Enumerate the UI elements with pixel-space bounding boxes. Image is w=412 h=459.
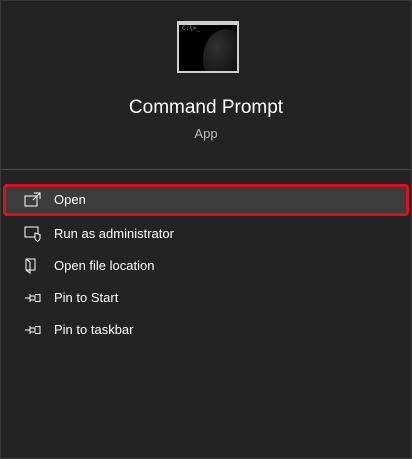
- app-context-panel: C:\>_ Command Prompt App Open Run as adm…: [0, 0, 412, 459]
- menu-item-label: Open: [54, 192, 86, 207]
- shield-icon: [24, 226, 42, 242]
- menu-item-label: Open file location: [54, 258, 155, 273]
- menu-item-open[interactable]: Open: [3, 184, 409, 216]
- menu-item-run-as-administrator[interactable]: Run as administrator: [3, 218, 409, 250]
- menu-item-pin-to-start[interactable]: Pin to Start: [3, 282, 409, 314]
- icon-prompt-text: C:\>_: [182, 25, 201, 32]
- menu-item-label: Pin to taskbar: [54, 322, 134, 337]
- icon-screen-shine: [203, 29, 237, 71]
- app-title: Command Prompt: [128, 97, 284, 118]
- menu-item-pin-to-taskbar[interactable]: Pin to taskbar: [3, 314, 409, 346]
- open-icon: [24, 192, 42, 208]
- menu-item-open-file-location[interactable]: Open file location: [3, 250, 409, 282]
- pin-icon: [24, 290, 42, 306]
- menu-item-label: Run as administrator: [54, 226, 174, 241]
- command-prompt-icon: C:\>_: [177, 21, 239, 73]
- divider: [1, 169, 411, 170]
- file-location-icon: [24, 258, 42, 274]
- menu-item-label: Pin to Start: [54, 290, 119, 305]
- pin-icon: [24, 322, 42, 338]
- app-header: C:\>_ Command Prompt App: [1, 1, 411, 169]
- app-type-label: App: [194, 126, 218, 141]
